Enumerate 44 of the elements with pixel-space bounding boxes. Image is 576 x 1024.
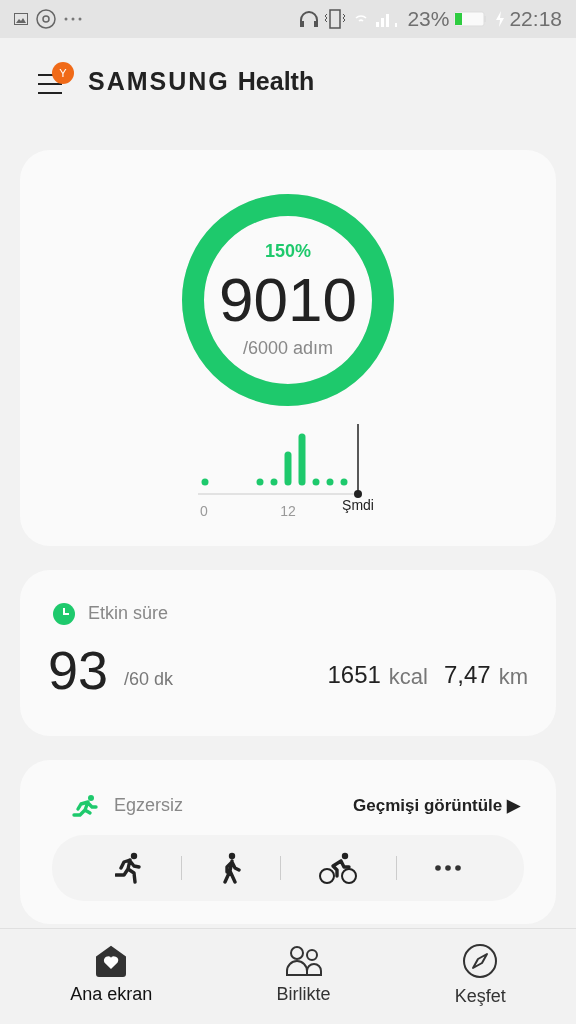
- wifi-icon: [355, 15, 368, 23]
- battery-percent: 23%: [407, 6, 450, 33]
- walking-icon: [220, 852, 241, 884]
- app-name: Health: [237, 66, 315, 98]
- exercise-icon: [72, 793, 98, 818]
- active-time-title: Etkin süre: [88, 602, 169, 625]
- clock-time: 22:18: [509, 6, 562, 33]
- profile-badge: Y: [52, 62, 74, 84]
- signal-icon: [375, 11, 400, 27]
- gallery-icon: [14, 13, 28, 25]
- brand-name: SAMSUNG: [88, 66, 230, 98]
- axis-label: 0: [200, 503, 208, 519]
- battery-icon: [453, 11, 488, 27]
- disc-icon: [36, 9, 56, 29]
- home-icon: [94, 945, 129, 977]
- people-icon: [284, 945, 323, 977]
- exercise-card[interactable]: Egzersiz Geçmişi görüntüle ▶: [20, 760, 556, 924]
- nav-tab[interactable]: Ana ekran: [8, 944, 215, 1009]
- step-count: 9010: [219, 269, 357, 331]
- distance-unit: km: [498, 663, 528, 691]
- now-label: Şmdi: [342, 497, 374, 513]
- nav-tab[interactable]: Keşfet: [392, 942, 568, 1011]
- active-time-card[interactable]: Etkin süre 93 /60 dk 1651 kcal 7,47 km: [20, 570, 556, 736]
- active-goal: /60 dk: [124, 668, 174, 691]
- compass-icon: [462, 943, 499, 979]
- vibrate-icon: [323, 9, 348, 29]
- running-icon: [114, 852, 143, 884]
- steps-card[interactable]: 150% 9010 /6000 adım 0 12 Şmdi: [20, 150, 556, 546]
- goal-percent: 150%: [264, 240, 311, 263]
- view-history-link[interactable]: Geçmişi görüntüle ▶: [353, 792, 520, 819]
- active-minutes: 93: [48, 643, 109, 697]
- clock-icon: [52, 601, 76, 626]
- calories-unit: kcal: [388, 663, 428, 691]
- more-icon: [64, 17, 82, 21]
- distance-value: 7,47: [443, 660, 491, 690]
- calories-value: 1651: [327, 660, 381, 690]
- exercise-title: Egzersiz: [114, 794, 184, 817]
- charging-icon: [495, 11, 506, 27]
- headphones-icon: [299, 10, 320, 28]
- cycling-icon: [319, 852, 358, 884]
- nav-tab[interactable]: Birlikte: [214, 944, 393, 1009]
- more-icon: [435, 865, 462, 871]
- step-goal: /6000 adım: [242, 337, 334, 360]
- axis-label: 12: [280, 503, 296, 519]
